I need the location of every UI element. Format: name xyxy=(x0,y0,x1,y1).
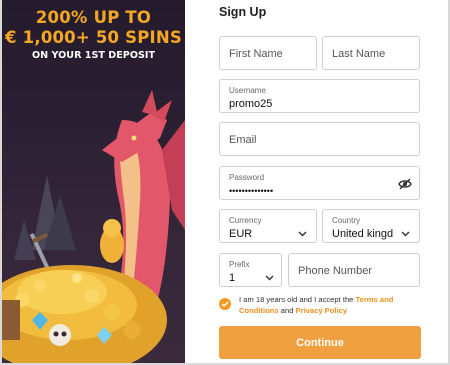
promo-line-2: € 1,000+ 50 SPINS xyxy=(5,28,182,47)
promo-line-1: 200% UP TO xyxy=(35,8,152,27)
consent-text: I am 18 years old and I accept the Terms… xyxy=(239,294,421,316)
country-select[interactable]: Country United kingd xyxy=(322,209,420,243)
country-label: Country xyxy=(332,216,361,225)
last-name-field[interactable]: Last Name xyxy=(322,36,420,70)
promo-line-3: ON YOUR 1ST DEPOSIT xyxy=(32,50,155,61)
promo-banner: 200% UP TO € 1,000+ 50 SPINS ON YOUR 1ST… xyxy=(2,0,185,363)
currency-select[interactable]: Currency EUR xyxy=(219,209,317,243)
phone-field[interactable]: Phone Number xyxy=(288,253,420,287)
password-field[interactable]: Password •••••••••••••• xyxy=(219,166,420,200)
username-field[interactable]: Username promo25 xyxy=(219,79,420,113)
hide-password-icon[interactable] xyxy=(398,177,412,195)
password-label: Password xyxy=(229,173,265,182)
country-value: United kingd xyxy=(332,228,394,240)
password-value: •••••••••••••• xyxy=(229,186,274,196)
first-name-field[interactable]: First Name xyxy=(219,36,317,70)
form-title: Sign Up xyxy=(219,5,267,19)
consent-checkbox[interactable] xyxy=(219,298,231,310)
username-label: Username xyxy=(229,86,266,95)
email-field[interactable]: Email xyxy=(219,122,420,156)
prefix-select[interactable]: Prefix 1 xyxy=(219,253,282,287)
consent-prefix: I am 18 years old and I accept the xyxy=(239,295,356,304)
username-value: promo25 xyxy=(229,98,273,110)
chevron-down-icon xyxy=(265,268,274,286)
first-name-placeholder: First Name xyxy=(229,48,283,60)
email-placeholder: Email xyxy=(229,134,257,146)
continue-button[interactable]: Continue xyxy=(219,326,421,359)
prefix-label: Prefix xyxy=(229,260,250,269)
check-icon xyxy=(221,301,229,307)
chevron-down-icon xyxy=(401,224,410,242)
promo-headline: 200% UP TO € 1,000+ 50 SPINS ON YOUR 1ST… xyxy=(2,8,185,63)
chevron-down-icon xyxy=(298,224,307,242)
currency-label: Currency xyxy=(229,216,262,225)
prefix-value: 1 xyxy=(229,272,236,284)
phone-placeholder: Phone Number xyxy=(298,265,372,277)
last-name-placeholder: Last Name xyxy=(332,48,386,60)
privacy-link[interactable]: Privacy Policy xyxy=(296,306,348,315)
currency-value: EUR xyxy=(229,228,253,240)
consent-and: and xyxy=(278,306,296,315)
